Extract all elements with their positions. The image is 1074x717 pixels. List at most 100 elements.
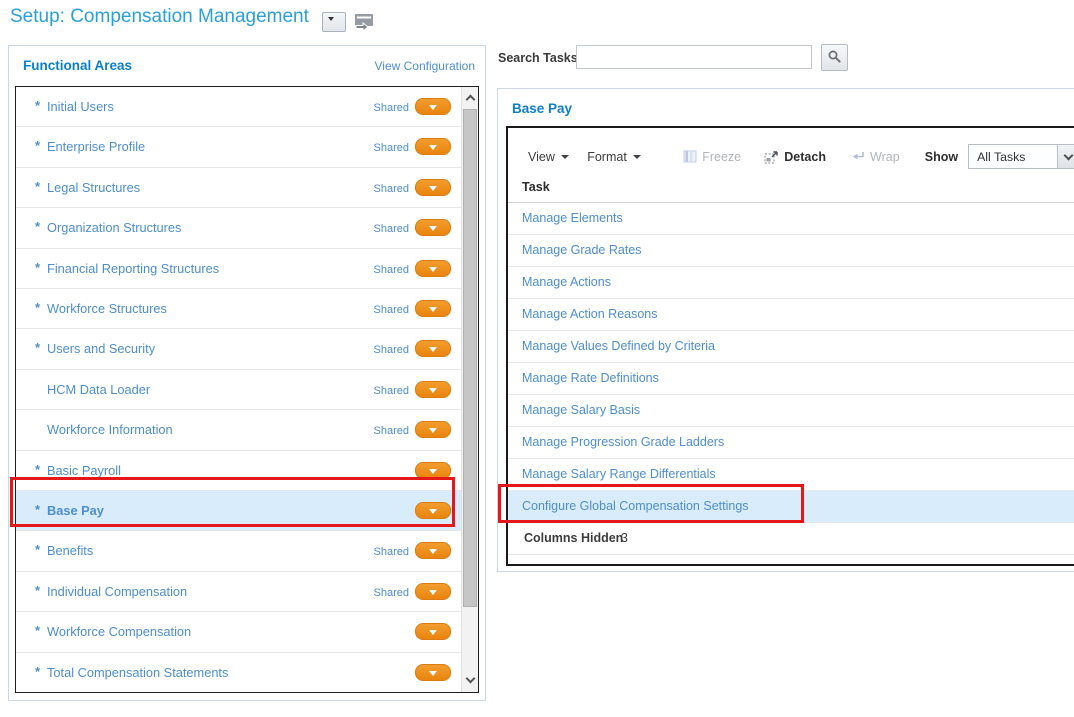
area-tasks-dropdown-button[interactable] (415, 542, 451, 559)
wrap-button[interactable]: Wrap (851, 150, 900, 164)
columns-hidden-count: 3 (621, 531, 628, 545)
triangle-down-icon (429, 267, 437, 272)
functional-area-row[interactable]: *BenefitsShared (16, 531, 461, 571)
task-list-panel: Base Pay View Format Freeze (497, 88, 1074, 572)
task-link[interactable]: Manage Rate Definitions (522, 371, 659, 385)
view-menu-button[interactable]: View (528, 150, 569, 164)
task-row[interactable]: Manage Progression Grade Ladders (508, 427, 1074, 459)
chevron-down-icon (633, 155, 641, 159)
functional-area-link[interactable]: HCM Data Loader (47, 382, 150, 397)
triangle-down-icon (429, 388, 437, 393)
functional-area-link[interactable]: Enterprise Profile (47, 139, 145, 154)
task-row[interactable]: Manage Elements (508, 203, 1074, 235)
columns-hidden-row: Columns Hidden 3 (508, 523, 1074, 555)
search-button[interactable] (821, 44, 848, 71)
functional-area-link[interactable]: Total Compensation Statements (47, 665, 228, 680)
required-asterisk: * (35, 583, 43, 598)
format-menu-button[interactable]: Format (587, 150, 641, 164)
task-panel-title: Base Pay (512, 101, 572, 116)
area-tasks-dropdown-button[interactable] (415, 462, 451, 479)
functional-area-row[interactable]: *Base Pay (16, 491, 461, 531)
view-configuration-link[interactable]: View Configuration (374, 59, 475, 73)
task-link[interactable]: Manage Actions (522, 275, 611, 289)
task-row[interactable]: Manage Actions (508, 267, 1074, 299)
functional-area-link[interactable]: Benefits (47, 543, 93, 558)
scroll-down-button[interactable] (462, 672, 478, 690)
task-link[interactable]: Manage Elements (522, 211, 623, 225)
functional-area-link[interactable]: Base Pay (47, 503, 104, 518)
task-row[interactable]: Manage Salary Range Differentials (508, 459, 1074, 491)
task-rows: Manage Elements Manage Grade Rates Manage … (508, 203, 1074, 523)
task-link[interactable]: Manage Salary Basis (522, 403, 640, 417)
functional-area-row[interactable]: *Basic Payroll (16, 451, 461, 491)
functional-area-row[interactable]: HCM Data LoaderShared (16, 370, 461, 410)
task-link[interactable]: Manage Values Defined by Criteria (522, 339, 715, 353)
task-link[interactable]: Manage Progression Grade Ladders (522, 435, 724, 449)
area-tasks-dropdown-button[interactable] (415, 340, 451, 357)
area-tasks-dropdown-button[interactable] (415, 179, 451, 196)
functional-area-link[interactable]: Workforce Information (47, 422, 173, 437)
functional-area-link[interactable]: Organization Structures (47, 220, 181, 235)
show-tasks-select[interactable]: All Tasks (968, 144, 1074, 169)
functional-area-row[interactable]: *Legal StructuresShared (16, 168, 461, 208)
area-tasks-dropdown-button[interactable] (415, 138, 451, 155)
task-row[interactable]: Configure Global Compensation Settings (508, 491, 1074, 523)
scrollbar[interactable] (461, 87, 478, 692)
task-link[interactable]: Manage Salary Range Differentials (522, 467, 716, 481)
task-link[interactable]: Manage Action Reasons (522, 307, 658, 321)
functional-area-row[interactable]: *Enterprise ProfileShared (16, 127, 461, 167)
functional-areas-header: Functional Areas View Configuration (9, 46, 485, 86)
functional-area-link[interactable]: Initial Users (47, 99, 114, 114)
functional-area-link[interactable]: Users and Security (47, 341, 155, 356)
functional-area-row[interactable]: *Total Compensation Statements (16, 653, 461, 692)
page-title-dropdown-button[interactable] (322, 12, 346, 32)
task-link[interactable]: Configure Global Compensation Settings (522, 499, 749, 513)
scroll-up-button[interactable] (462, 89, 478, 107)
area-tasks-dropdown-button[interactable] (415, 381, 451, 398)
task-row[interactable]: Manage Rate Definitions (508, 363, 1074, 395)
scrollbar-thumb[interactable] (463, 109, 477, 607)
shared-badge: Shared (374, 304, 409, 316)
functional-areas-list-box: *Initial UsersShared*Enterprise ProfileS… (15, 86, 479, 693)
task-link[interactable]: Manage Grade Rates (522, 243, 642, 257)
freeze-icon (683, 150, 697, 163)
triangle-down-icon (429, 145, 437, 150)
functional-area-row[interactable]: *Workforce Compensation (16, 612, 461, 652)
area-tasks-dropdown-button[interactable] (415, 421, 451, 438)
share-panel-icon[interactable] (354, 13, 375, 35)
functional-area-link[interactable]: Basic Payroll (47, 463, 121, 478)
functional-area-link[interactable]: Individual Compensation (47, 584, 187, 599)
functional-area-link[interactable]: Legal Structures (47, 180, 140, 195)
functional-area-row[interactable]: *Workforce StructuresShared (16, 289, 461, 329)
detach-button[interactable]: Detach (764, 150, 826, 164)
functional-area-link[interactable]: Financial Reporting Structures (47, 261, 219, 276)
chevron-down-icon (466, 674, 476, 684)
functional-area-row[interactable]: *Individual CompensationShared (16, 572, 461, 612)
functional-area-row[interactable]: *Financial Reporting StructuresShared (16, 249, 461, 289)
area-tasks-dropdown-button[interactable] (415, 219, 451, 236)
detach-icon (764, 150, 779, 164)
shared-badge: Shared (374, 264, 409, 276)
area-tasks-dropdown-button[interactable] (415, 502, 451, 519)
functional-area-row[interactable]: Workforce InformationShared (16, 410, 461, 450)
area-tasks-dropdown-button[interactable] (415, 664, 451, 681)
freeze-button[interactable]: Freeze (683, 150, 741, 164)
chevron-down-icon (328, 17, 334, 21)
functional-areas-list: *Initial UsersShared*Enterprise ProfileS… (16, 87, 461, 692)
task-row[interactable]: Manage Salary Basis (508, 395, 1074, 427)
area-tasks-dropdown-button[interactable] (415, 583, 451, 600)
functional-area-row[interactable]: *Organization StructuresShared (16, 208, 461, 248)
task-row[interactable]: Manage Action Reasons (508, 299, 1074, 331)
functional-area-link[interactable]: Workforce Compensation (47, 624, 191, 639)
area-tasks-dropdown-button[interactable] (415, 260, 451, 277)
task-row[interactable]: Manage Values Defined by Criteria (508, 331, 1074, 363)
task-row[interactable]: Manage Grade Rates (508, 235, 1074, 267)
area-tasks-dropdown-button[interactable] (415, 623, 451, 640)
area-tasks-dropdown-button[interactable] (415, 98, 451, 115)
functional-area-link[interactable]: Workforce Structures (47, 301, 167, 316)
functional-area-row[interactable]: *Users and SecurityShared (16, 329, 461, 369)
search-tasks-label: Search Tasks (498, 51, 578, 65)
search-tasks-input[interactable] (576, 45, 812, 69)
area-tasks-dropdown-button[interactable] (415, 300, 451, 317)
functional-area-row[interactable]: *Initial UsersShared (16, 87, 461, 127)
